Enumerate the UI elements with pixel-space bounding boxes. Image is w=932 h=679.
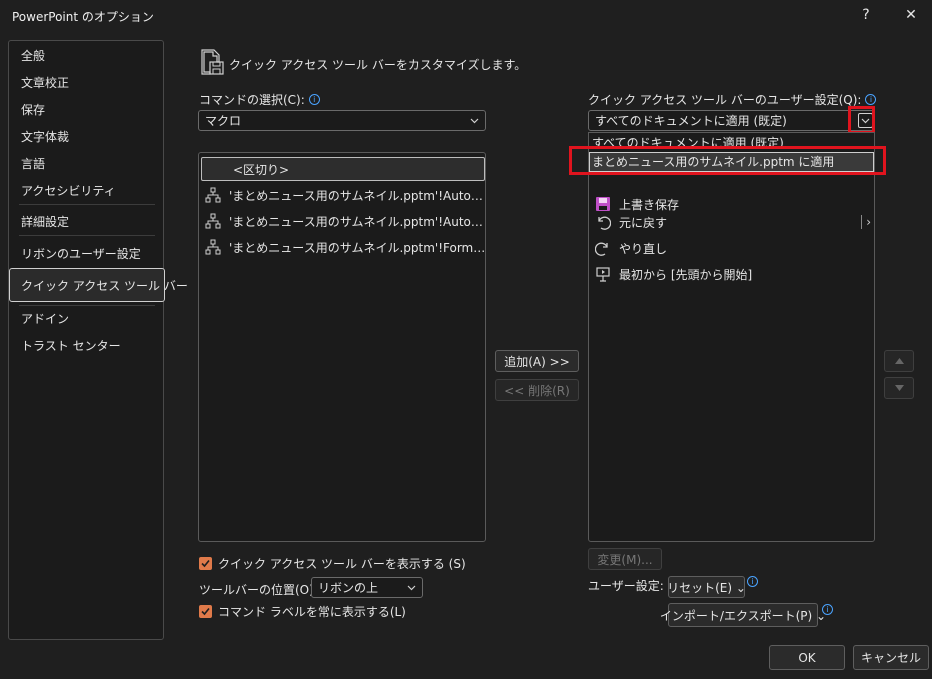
list-item-label: 'まとめニュース用のサムネイル.pptm'!Form… [229, 240, 486, 255]
toolbar-position-select[interactable]: リボンの上 [311, 577, 423, 598]
list-item-label: 元に戻す [619, 215, 668, 230]
sidebar-item-accessibility[interactable]: アクセシビリティ [21, 182, 116, 199]
modify-button[interactable]: 変更(M)... [588, 548, 662, 570]
info-icon[interactable]: i [747, 576, 758, 587]
sidebar: 全般 文章校正 保存 文字体裁 言語 アクセシビリティ 詳細設定 リボンのユーザ… [8, 40, 188, 640]
sidebar-item-trust-center[interactable]: トラスト センター [21, 337, 121, 354]
info-icon[interactable]: i [822, 604, 833, 615]
checkbox-checked-icon [199, 605, 212, 618]
highlight-box-dropdown [848, 106, 875, 134]
triangle-down-icon [894, 385, 904, 391]
ok-button[interactable]: OK [769, 645, 845, 670]
sidebar-item-proofing[interactable]: 文章校正 [21, 74, 69, 91]
command-choose-select[interactable]: マクロ [198, 110, 486, 131]
sidebar-divider [19, 235, 155, 236]
cancel-button[interactable]: キャンセル [853, 645, 929, 670]
qat-scope-value: すべてのドキュメントに適用 (既定) [595, 114, 787, 128]
user-settings-label: ユーザー設定: [588, 579, 664, 593]
list-item-label: 'まとめニュース用のサムネイル.pptm'!Auto… [229, 188, 483, 203]
move-down-button[interactable] [884, 377, 914, 399]
sidebar-item-save[interactable]: 保存 [21, 101, 45, 118]
list-item[interactable]: <区切り> [233, 158, 289, 180]
chevron-down-icon [407, 585, 416, 591]
available-commands-list[interactable]: <区切り> 'まとめニュース用のサムネイル.pptm'!Auto… 'まとめニュ… [198, 152, 486, 542]
list-item-label: 'まとめニュース用のサムネイル.pptm'!Auto… [229, 214, 483, 229]
add-button[interactable]: 追加(A) >> [495, 350, 579, 372]
qat-scope-label: クイック アクセス ツール バーのユーザー設定(Q): i [588, 91, 877, 108]
move-up-button[interactable] [884, 350, 914, 372]
checkbox-checked-icon [199, 557, 212, 570]
list-item[interactable]: 元に戻す › [595, 211, 871, 233]
command-choose-value: マクロ [205, 114, 242, 128]
list-item-label: やり直し [619, 241, 668, 256]
command-choose-label: コマンドの選択(C): i [199, 91, 320, 108]
show-labels-label: コマンド ラベルを常に表示する(L) [218, 605, 406, 619]
close-button[interactable]: ✕ [897, 4, 925, 26]
macro-icon [205, 187, 221, 203]
submenu-chevron-icon: › [861, 215, 871, 229]
sidebar-item-typography[interactable]: 文字体裁 [21, 128, 69, 145]
show-qat-label: クイック アクセス ツール バーを表示する (S) [218, 557, 466, 571]
sidebar-item-language[interactable]: 言語 [21, 155, 45, 172]
list-item[interactable]: 最初から [先頭から開始] [595, 263, 752, 285]
show-qat-checkbox[interactable]: クイック アクセス ツール バーを表示する (S) [199, 555, 466, 572]
sidebar-item-ribbon[interactable]: リボンのユーザー設定 [21, 245, 141, 262]
qat-commands-list[interactable]: 上書き保存 元に戻す › やり直し 最初から [先頭から開始] [588, 132, 875, 542]
info-icon[interactable]: i [308, 94, 320, 105]
list-item-label: <区切り> [233, 162, 290, 177]
list-item[interactable]: 'まとめニュース用のサムネイル.pptm'!Auto… [205, 210, 483, 232]
slideshow-start-icon [595, 266, 611, 282]
toolbar-position-label: ツールバーの位置(O) [199, 583, 314, 597]
sidebar-divider [19, 204, 155, 205]
undo-icon [595, 214, 611, 230]
redo-icon [595, 240, 611, 256]
list-item[interactable]: 'まとめニュース用のサムネイル.pptm'!Auto… [205, 184, 483, 206]
header-title: クイック アクセス ツール バーをカスタマイズします。 [229, 58, 527, 72]
qat-scope-select[interactable]: すべてのドキュメントに適用 (既定) [588, 110, 875, 131]
save-icon [595, 196, 611, 212]
list-item[interactable]: 'まとめニュース用のサムネイル.pptm'!Form… [205, 236, 485, 258]
window-title: PowerPoint のオプション [12, 10, 154, 24]
reset-button[interactable]: リセット(E) ⌄ [667, 576, 746, 598]
qat-customize-icon [201, 49, 224, 75]
highlight-box-option [569, 146, 886, 175]
show-labels-checkbox[interactable]: コマンド ラベルを常に表示する(L) [199, 603, 406, 620]
info-icon[interactable]: i [865, 94, 877, 105]
sidebar-divider [19, 305, 155, 306]
sidebar-item-addins[interactable]: アドイン [21, 310, 69, 327]
toolbar-position-value: リボンの上 [318, 581, 379, 595]
macro-icon [205, 239, 221, 255]
qat-scope-label-text: クイック アクセス ツール バーのユーザー設定(Q): [588, 93, 862, 107]
help-button[interactable]: ? [852, 4, 880, 26]
list-item[interactable]: やり直し [595, 237, 667, 259]
sidebar-item-qat[interactable]: クイック アクセス ツール バー [21, 277, 188, 294]
command-choose-label-text: コマンドの選択(C): [199, 93, 305, 107]
sidebar-item-general[interactable]: 全般 [21, 47, 45, 64]
chevron-down-icon [470, 118, 479, 124]
macro-icon [205, 213, 221, 229]
list-item-label: 上書き保存 [619, 197, 680, 212]
remove-button[interactable]: << 削除(R) [495, 379, 579, 401]
import-export-button[interactable]: インポート/エクスポート(P) ⌄ [660, 603, 826, 627]
sidebar-item-advanced[interactable]: 詳細設定 [21, 213, 69, 230]
list-item-label: 最初から [先頭から開始] [619, 267, 753, 282]
triangle-up-icon [894, 358, 904, 364]
